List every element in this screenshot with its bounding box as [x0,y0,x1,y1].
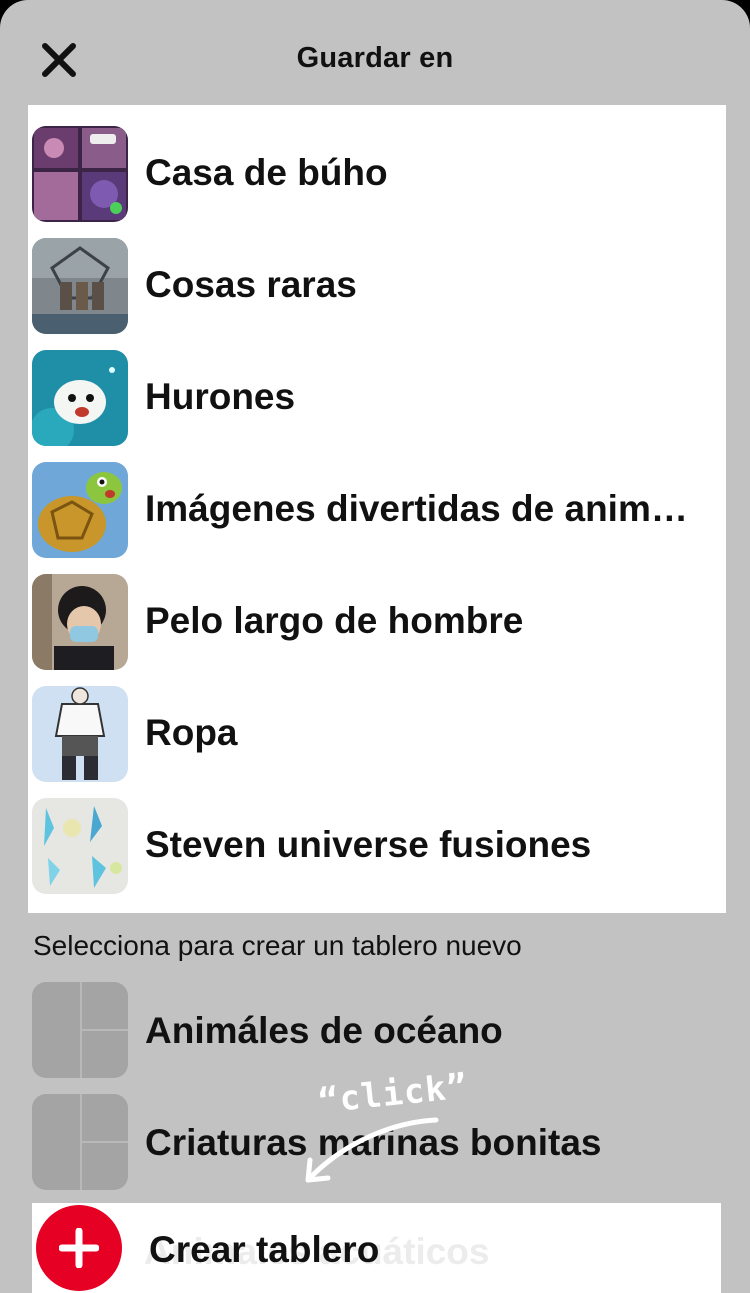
board-row-steven-universe[interactable]: Steven universe fusiones [28,777,726,894]
board-name: Steven universe fusiones [145,824,592,865]
board-name: Cosas raras [145,264,357,305]
arrow-icon [305,1117,439,1183]
board-name: Imágenes divertidas de animales [145,488,705,529]
suggested-board-animales-de-oceano[interactable]: Animáles de océano [32,982,732,1082]
board-thumbnail [32,126,128,222]
board-thumbnail [32,574,128,670]
sheet-header: Guardar en [0,0,750,104]
save-to-board-sheet: Guardar en Casa de búho Cosas raras Huro… [0,0,750,1293]
board-thumbnail [32,686,128,782]
board-thumbnail [32,462,128,558]
plus-icon [36,1205,122,1291]
board-row-cosas-raras[interactable]: Cosas raras [28,217,726,334]
create-board-label: Crear tablero [149,1229,380,1270]
page-title: Guardar en [296,42,454,74]
create-board-hint: Selecciona para crear un tablero nuevo [33,930,522,961]
board-thumbnail [32,350,128,446]
board-name: Ropa [145,712,238,753]
board-row-pelo-largo[interactable]: Pelo largo de hombre [28,553,726,670]
suggested-board-name: Animáles de océano [145,1010,503,1051]
boards-list: Casa de búho Cosas raras Hurones Imágene… [28,105,726,913]
board-thumbnail [32,798,128,894]
create-board-button[interactable]: Animales acuáticos Crear tablero [32,1203,721,1293]
board-row-imagenes-divertidas[interactable]: Imágenes divertidas de animales [28,441,726,558]
board-name: Pelo largo de hombre [145,600,524,641]
board-placeholder-thumbnail [32,1094,128,1190]
board-placeholder-thumbnail [32,982,128,1078]
board-row-hurones[interactable]: Hurones [28,329,726,446]
board-name: Hurones [145,376,296,417]
board-thumbnail [32,238,128,334]
board-row-casa-de-buho[interactable]: Casa de búho [28,105,726,222]
board-row-ropa[interactable]: Ropa [28,665,726,782]
board-name: Casa de búho [145,152,388,193]
